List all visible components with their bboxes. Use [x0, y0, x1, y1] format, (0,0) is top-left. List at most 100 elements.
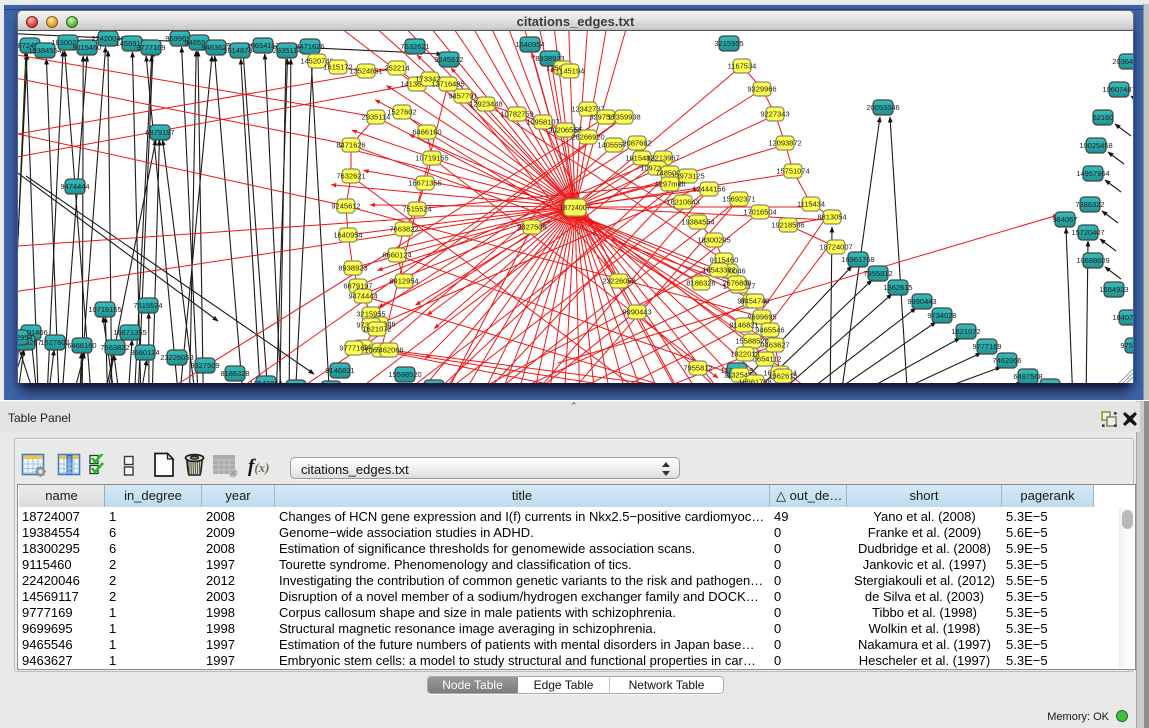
svg-text:9777169: 9777169	[339, 344, 368, 353]
svg-text:7462066: 7462066	[374, 346, 403, 355]
svg-text:20364436: 20364436	[1112, 57, 1133, 66]
svg-text:1621072: 1621072	[951, 327, 980, 336]
svg-text:7632621: 7632621	[336, 172, 365, 181]
svg-text:1527602: 1527602	[387, 108, 416, 117]
svg-text:14957964: 14957964	[1076, 169, 1109, 178]
svg-text:12093872: 12093872	[768, 139, 801, 148]
svg-text:23226058: 23226058	[160, 353, 193, 362]
svg-text:7955812: 7955812	[863, 269, 892, 278]
svg-text:18724007: 18724007	[559, 205, 590, 212]
svg-text:6497568: 6497568	[1013, 372, 1042, 381]
svg-text:16961758: 16961758	[841, 255, 874, 264]
svg-text:9245612: 9245612	[434, 55, 463, 64]
svg-text:8186328: 8186328	[220, 369, 249, 378]
svg-text:6466160: 6466160	[67, 341, 96, 350]
svg-text:9329966: 9329966	[747, 85, 776, 94]
svg-text:2087682: 2087682	[622, 139, 651, 148]
svg-text:9777169: 9777169	[136, 43, 165, 52]
svg-text:9227343: 9227343	[760, 110, 789, 119]
svg-text:10607487: 10607487	[1102, 85, 1133, 94]
svg-text:8186328: 8186328	[686, 279, 715, 288]
svg-text:10025458: 10025458	[1079, 141, 1112, 150]
svg-text:9734028: 9734028	[927, 311, 956, 320]
svg-text:252214: 252214	[384, 64, 409, 73]
svg-text:9327509: 9327509	[190, 361, 219, 370]
svg-text:13716485: 13716485	[431, 80, 464, 89]
svg-text:15588520: 15588520	[388, 370, 421, 379]
svg-text:9146821: 9146821	[325, 366, 354, 375]
svg-text:16543362: 16543362	[249, 379, 282, 383]
svg-text:20053346: 20053346	[866, 103, 899, 112]
svg-text:8912954: 8912954	[389, 277, 418, 286]
svg-text:16210643: 16210643	[666, 198, 699, 207]
svg-text:7663822: 7663822	[100, 343, 129, 352]
svg-text:9115460: 9115460	[73, 43, 102, 52]
svg-text:13524851: 13524851	[349, 67, 382, 76]
svg-text:6466160: 6466160	[412, 128, 441, 137]
svg-text:1115434: 1115434	[797, 200, 825, 209]
svg-text:8660124: 8660124	[382, 251, 411, 260]
svg-text:9327509: 9327509	[517, 223, 546, 232]
svg-text:1527602: 1527602	[40, 338, 69, 347]
svg-text:12923448: 12923448	[469, 100, 502, 109]
svg-text:15588520: 15588520	[735, 337, 768, 346]
svg-text:7632621: 7632621	[400, 42, 429, 51]
svg-text:19218586: 19218586	[771, 221, 804, 230]
svg-text:8471626: 8471626	[295, 42, 324, 51]
svg-text:2676808: 2676808	[722, 279, 751, 288]
svg-text:10719155: 10719155	[415, 154, 448, 163]
svg-text:8813054: 8813054	[817, 213, 846, 222]
svg-text:7663822: 7663822	[389, 225, 418, 234]
svg-text:7515524: 7515524	[133, 301, 162, 310]
svg-text:1362615: 1362615	[883, 283, 912, 292]
svg-text:7955812: 7955812	[683, 364, 712, 373]
svg-text:8471626: 8471626	[336, 141, 365, 150]
svg-text:7515524: 7515524	[402, 205, 431, 214]
svg-text:8938923: 8938923	[338, 264, 367, 273]
svg-text:9146821: 9146821	[729, 321, 758, 330]
svg-text:9990443: 9990443	[622, 308, 651, 317]
svg-text:10688609: 10688609	[1076, 256, 1109, 265]
svg-text:9777169: 9777169	[972, 342, 1001, 351]
svg-text:9465546: 9465546	[755, 326, 784, 335]
svg-text:1654923: 1654923	[1099, 285, 1128, 294]
svg-text:18724007: 18724007	[819, 243, 852, 252]
svg-text:1145194: 1145194	[556, 67, 585, 76]
svg-text:7386322: 7386322	[1075, 200, 1104, 209]
svg-text:1322013: 1322013	[730, 350, 759, 359]
svg-text:9756928: 9756928	[1120, 341, 1133, 350]
svg-text:18300295: 18300295	[697, 236, 730, 245]
svg-text:16543362: 16543362	[702, 266, 735, 275]
svg-text:16671355: 16671355	[408, 179, 441, 188]
svg-text:7462066: 7462066	[992, 356, 1021, 365]
svg-text:9474444: 9474444	[60, 182, 89, 191]
svg-text:18407299: 18407299	[1112, 313, 1133, 322]
svg-text:10719155: 10719155	[88, 305, 121, 314]
svg-text:1167534: 1167534	[728, 62, 757, 71]
svg-text:9990443: 9990443	[907, 297, 936, 306]
svg-text:2935114: 2935114	[362, 113, 391, 122]
svg-text:1615172: 1615172	[323, 63, 352, 72]
svg-text:15751074: 15751074	[776, 167, 809, 176]
svg-text:3215955: 3215955	[714, 39, 743, 48]
svg-text:6879197: 6879197	[145, 128, 174, 137]
svg-text:1624554: 1624554	[1035, 382, 1064, 383]
svg-text:8660124: 8660124	[130, 348, 159, 357]
svg-text:17016504: 17016504	[743, 208, 776, 217]
svg-text:15692371: 15692371	[722, 195, 755, 204]
svg-text:1640954: 1640954	[333, 231, 362, 240]
svg-text:17359938: 17359938	[607, 113, 640, 122]
svg-text:1362615: 1362615	[768, 372, 797, 381]
svg-text:984067: 984067	[1052, 215, 1077, 224]
svg-text:23226058: 23226058	[602, 277, 635, 286]
svg-text:16961758: 16961758	[738, 378, 771, 384]
svg-text:8912954: 8912954	[18, 333, 33, 342]
svg-text:8454749: 8454749	[740, 297, 769, 306]
svg-text:15720407: 15720407	[1071, 228, 1104, 237]
svg-text:1640954: 1640954	[515, 40, 544, 49]
svg-text:19384554: 19384554	[28, 46, 61, 55]
svg-text:12444156: 12444156	[692, 185, 725, 194]
svg-text:19384554: 19384554	[681, 218, 714, 227]
svg-text:1621072: 1621072	[362, 325, 391, 334]
svg-text:9245612: 9245612	[331, 202, 360, 211]
